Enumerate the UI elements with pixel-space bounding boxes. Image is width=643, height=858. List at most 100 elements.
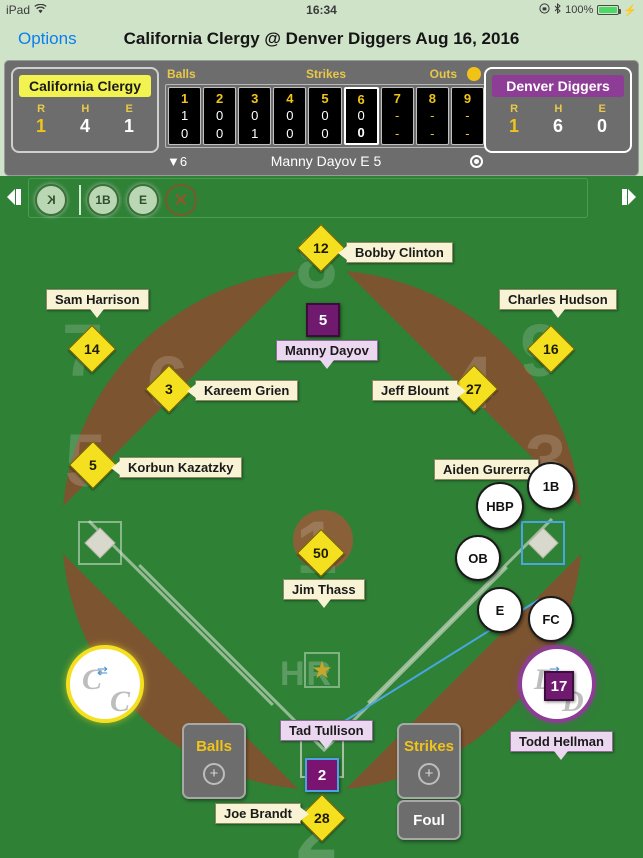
player-number-28: 28 xyxy=(314,809,330,826)
strikes-button[interactable]: Strikes + xyxy=(397,723,461,799)
player-label-jim-thass[interactable]: Jim Thass xyxy=(283,579,365,608)
page-title: California Clergy @ Denver Diggers Aug 1… xyxy=(123,29,520,48)
ios-status-bar: iPad 16:34 100% ⚡ xyxy=(0,0,643,20)
charging-bolt-icon: ⚡ xyxy=(623,4,637,17)
inning-number: 9 xyxy=(463,91,472,107)
player-marker-17[interactable]: 17 xyxy=(544,671,574,701)
denver-diggers-logo[interactable]: D D ⇄ 17 xyxy=(518,645,596,723)
action-hit-by-pitch[interactable]: HBP xyxy=(476,482,524,530)
away-runs: 1 xyxy=(508,116,519,136)
away-rhe-labels: R H E xyxy=(492,103,624,115)
home-rhe-labels: R H E xyxy=(19,103,151,115)
radio-selected-icon[interactable] xyxy=(470,154,483,168)
home-team-name: California Clergy xyxy=(19,75,151,97)
baseball-scorekeeper-app: iPad 16:34 100% ⚡ Options California Cle… xyxy=(0,0,643,858)
inning-top-runs: - xyxy=(465,108,470,124)
inning-bottom-runs: 0 xyxy=(216,125,224,141)
star-icon[interactable]: ★ xyxy=(304,652,340,688)
balls-button[interactable]: Balls + xyxy=(182,723,246,799)
player-label-jeff-blount[interactable]: Jeff Blount xyxy=(372,380,466,401)
innings-header: Balls Strikes Outs xyxy=(165,65,487,83)
player-label-tad-tullison[interactable]: Tad Tullison xyxy=(280,720,373,749)
play-action-toolbar: K 1B E ✕ xyxy=(0,176,643,220)
inning-column-2[interactable]: 200 xyxy=(203,87,237,145)
player-label-kareem-grien[interactable]: Kareem Grien xyxy=(186,380,299,401)
inning-top-runs: 0 xyxy=(286,108,294,124)
player-number-27: 27 xyxy=(466,380,482,397)
inning-column-7[interactable]: 7-- xyxy=(380,87,414,145)
inning-number: 4 xyxy=(286,91,294,107)
player-marker-pitcher-5[interactable]: 5 xyxy=(306,303,340,337)
innings-grid[interactable]: 1102003014005006007--8--9-- xyxy=(165,84,487,148)
chip-label-e: E xyxy=(138,193,147,207)
california-clergy-logo[interactable]: C C ⇄ xyxy=(66,645,144,723)
inning-top-runs: 0 xyxy=(251,108,259,124)
baseball-field: 8 7 9 6 4 5 3 1 2 HR ★ 12 Bobby Clinton … xyxy=(0,220,643,858)
inning-column-6[interactable]: 600 xyxy=(343,87,379,145)
away-team-name: Denver Diggers xyxy=(492,75,624,97)
outs-label: Outs xyxy=(429,67,457,81)
player-label-bobby-clinton[interactable]: Bobby Clinton xyxy=(338,242,453,263)
action-on-base[interactable]: OB xyxy=(455,535,501,581)
action-fielders-choice[interactable]: FC xyxy=(528,596,574,642)
next-arrow-icon[interactable] xyxy=(619,186,639,208)
away-hits: 6 xyxy=(552,116,563,136)
away-label-r: R xyxy=(510,103,519,115)
inning-column-3[interactable]: 301 xyxy=(238,87,272,145)
balls-plus-icon: + xyxy=(203,762,225,785)
inning-bottom-runs: - xyxy=(465,125,470,141)
player-label-manny-dayov[interactable]: Manny Dayov xyxy=(276,340,378,369)
chip-single[interactable]: 1B xyxy=(87,184,119,216)
clear-x-icon[interactable]: ✕ xyxy=(165,184,197,216)
player-marker-batter-2[interactable]: 2 xyxy=(305,758,339,792)
foul-button-label: Foul xyxy=(413,811,445,829)
inning-top-runs: 0 xyxy=(216,108,224,124)
chip-error[interactable]: E xyxy=(127,184,159,216)
inning-number: 1 xyxy=(180,91,189,107)
player-number-2-batter: 2 xyxy=(317,766,327,784)
action-fc-label: FC xyxy=(542,611,560,627)
player-number-3: 3 xyxy=(165,380,173,397)
inning-column-1[interactable]: 110 xyxy=(168,87,202,145)
team-panel-denver-diggers[interactable]: Denver Diggers R H E 1 6 0 xyxy=(484,67,632,153)
home-label-h: H xyxy=(81,103,90,115)
action-single[interactable]: 1B xyxy=(527,462,575,510)
inning-top-runs: 0 xyxy=(357,108,365,124)
inning-column-4[interactable]: 400 xyxy=(273,87,307,145)
player-label-aiden-gurerra[interactable]: Aiden Gurerra xyxy=(434,459,540,480)
inning-top-runs: 0 xyxy=(321,108,329,124)
chip-label-1b: 1B xyxy=(95,193,111,207)
inning-number: 3 xyxy=(251,91,259,107)
inning-number: 2 xyxy=(216,91,224,107)
player-number-16: 16 xyxy=(543,340,559,357)
inning-top-runs: 1 xyxy=(180,108,189,124)
chip-strikeout-looking[interactable]: K xyxy=(35,184,67,216)
away-label-e: E xyxy=(598,103,606,115)
inning-top-runs: - xyxy=(430,108,435,124)
home-label-e: E xyxy=(125,103,133,115)
player-number-50: 50 xyxy=(313,544,329,561)
inning-column-5[interactable]: 500 xyxy=(308,87,342,145)
inning-column-9[interactable]: 9-- xyxy=(450,87,484,145)
swap-icon[interactable]: ⇄ xyxy=(97,663,108,679)
inning-column-8[interactable]: 8-- xyxy=(415,87,449,145)
player-label-joe-brandt[interactable]: Joe Brandt xyxy=(215,803,309,824)
prev-arrow-icon[interactable] xyxy=(4,186,24,208)
strikes-plus-icon: + xyxy=(418,762,440,785)
away-rhe-values: 1 6 0 xyxy=(492,116,624,137)
player-number-5-third: 5 xyxy=(89,456,97,473)
player-label-sam-harrison[interactable]: Sam Harrison xyxy=(46,289,149,318)
chip-label-k: K xyxy=(46,193,56,207)
player-label-charles-hudson[interactable]: Charles Hudson xyxy=(499,289,617,318)
current-pitcher-line: Manny Dayov E 5 xyxy=(270,153,382,169)
action-error[interactable]: E xyxy=(477,587,523,633)
player-label-todd-hellman[interactable]: Todd Hellman xyxy=(510,731,613,760)
logo-mono-c-2: C xyxy=(110,685,131,718)
player-number-14: 14 xyxy=(84,340,100,357)
team-panel-california-clergy[interactable]: California Clergy R H E 1 4 1 xyxy=(11,67,159,153)
battery-percent-label: 100% xyxy=(565,4,594,16)
action-ob-label: OB xyxy=(468,550,488,566)
player-label-korbun-kazatzky[interactable]: Korbun Kazatzky xyxy=(110,457,243,478)
foul-button[interactable]: Foul xyxy=(397,800,461,840)
action-error-label: E xyxy=(495,602,505,618)
